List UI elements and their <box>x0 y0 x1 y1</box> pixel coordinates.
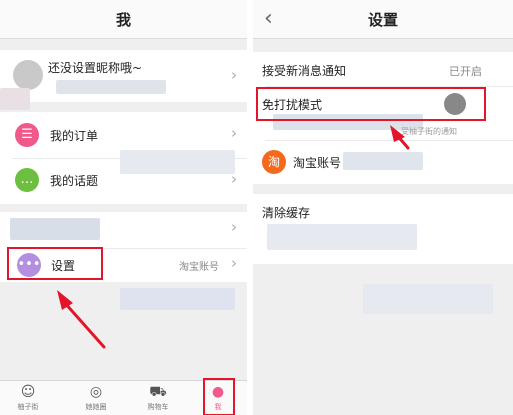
shopping-bag-icon: ☺ <box>20 384 36 400</box>
magnifier-icon: ◎ <box>89 384 103 400</box>
annotation-arrow <box>390 125 410 150</box>
tab-cart[interactable]: ⛟ 购物车 <box>138 381 178 415</box>
tab-youzijie[interactable]: ☺ 柚子街 <box>8 381 48 415</box>
annotation-box <box>203 378 235 415</box>
tab-label: 她她圈 <box>85 403 107 411</box>
cart-icon: ⛟ <box>149 384 167 400</box>
annotation-arrow <box>57 290 106 349</box>
tab-label: 柚子街 <box>17 403 39 411</box>
tab-tatacircle[interactable]: ◎ 她她圈 <box>76 381 116 415</box>
me-screen: 我 还没设置昵称哦~ › ☰ 我的订单 › … 我的话题 › › ••• 设置 … <box>0 0 247 415</box>
tab-label: 购物车 <box>147 403 169 411</box>
settings-screen: ‹ 设置 接受新消息通知 已开启 免打扰模式 受柚子街的通知 淘 淘宝账号 清除… <box>253 0 513 415</box>
